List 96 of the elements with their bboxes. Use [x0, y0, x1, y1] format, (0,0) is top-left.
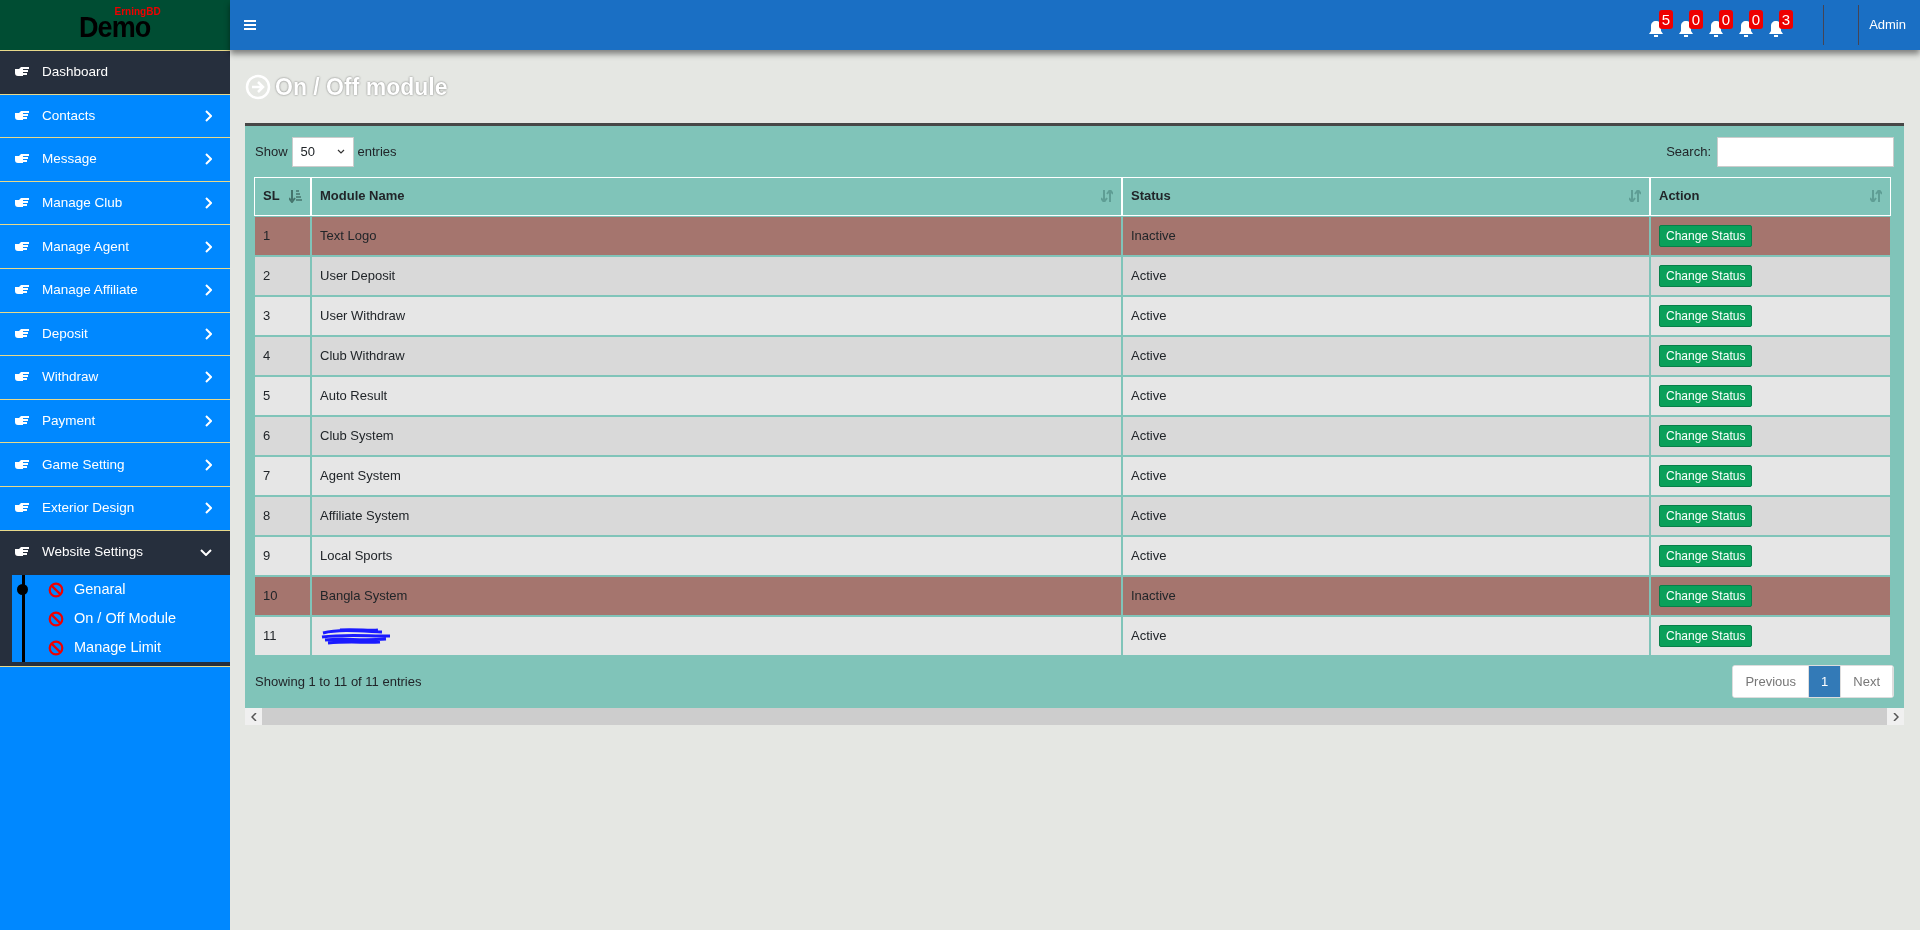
- table-cell: Agent System: [312, 456, 1121, 495]
- notification-badge: 3: [1778, 10, 1794, 29]
- chevron-right-icon: [204, 415, 212, 428]
- change-status-button[interactable]: Change Status: [1659, 464, 1753, 487]
- notification-badge: 0: [1718, 10, 1734, 29]
- chevron-right-icon: [204, 371, 212, 384]
- table-cell: Auto Result: [312, 376, 1121, 415]
- chevron-right-icon: [204, 502, 212, 515]
- table-info: Showing 1 to 11 of 11 entries: [255, 672, 422, 691]
- table-cell: Inactive: [1123, 216, 1649, 255]
- prohibited-icon: [48, 610, 64, 627]
- pointing-hand-icon: [14, 240, 30, 253]
- change-status-button[interactable]: Change Status: [1659, 544, 1753, 567]
- pointing-hand-icon: [14, 109, 30, 122]
- table-cell: 11: [255, 616, 310, 655]
- table-cell: 1: [255, 216, 310, 255]
- table-cell: Active: [1123, 376, 1649, 415]
- table-cell: 2: [255, 256, 310, 295]
- table-cell: 8: [255, 496, 310, 535]
- chevron-right-icon: [204, 240, 212, 253]
- scroll-left-icon[interactable]: [250, 712, 257, 721]
- user-name[interactable]: Admin: [1869, 15, 1906, 35]
- menu-icon[interactable]: [244, 20, 256, 30]
- sidebar-item[interactable]: Website Settings: [0, 529, 230, 574]
- table-cell: 5: [255, 376, 310, 415]
- table-cell: Inactive: [1123, 576, 1649, 615]
- chevron-right-icon: [204, 284, 212, 297]
- table-cell: 3: [255, 296, 310, 335]
- chevron-right-icon: [204, 153, 212, 166]
- sidebar-item[interactable]: Dashboard: [0, 50, 230, 94]
- table-cell: User Deposit: [312, 256, 1121, 295]
- change-status-button[interactable]: Change Status: [1659, 624, 1753, 647]
- change-status-button[interactable]: Change Status: [1659, 424, 1753, 447]
- table-cell: Club System: [312, 416, 1121, 455]
- search-label: Search:: [1666, 142, 1711, 161]
- arrow-circle-icon: [245, 74, 271, 101]
- notification-badge: 0: [1748, 10, 1764, 29]
- pointing-hand-icon: [14, 197, 30, 210]
- submenu-item[interactable]: Manage Limit: [12, 633, 230, 663]
- table-cell: Active: [1123, 456, 1649, 495]
- table-cell: Active: [1123, 616, 1649, 655]
- notification-badge: 0: [1688, 10, 1704, 29]
- change-status-button[interactable]: Change Status: [1659, 584, 1753, 607]
- table-cell: 6: [255, 416, 310, 455]
- prohibited-icon: [48, 581, 64, 598]
- change-status-button[interactable]: Change Status: [1659, 344, 1753, 367]
- pointing-hand-icon: [14, 502, 30, 515]
- horizontal-scrollbar[interactable]: [245, 708, 1904, 725]
- notification-badge: 5: [1658, 10, 1674, 29]
- table-cell: Bangla System: [312, 576, 1121, 615]
- change-status-button[interactable]: Change Status: [1659, 264, 1753, 287]
- pointing-hand-icon: [14, 327, 30, 340]
- table-cell: 4: [255, 336, 310, 375]
- table-cell: Active: [1123, 336, 1649, 375]
- table-cell: 10: [255, 576, 310, 615]
- table-cell: Active: [1123, 296, 1649, 335]
- chevron-right-icon: [204, 197, 212, 210]
- table-cell: Active: [1123, 416, 1649, 455]
- chevron-right-icon: [204, 109, 212, 122]
- prohibited-icon: [48, 639, 64, 656]
- chevron-right-icon: [204, 327, 212, 340]
- pagination-button[interactable]: 1: [1809, 665, 1842, 697]
- table-cell: Club Withdraw: [312, 336, 1121, 375]
- submenu-item[interactable]: On / Off Module: [12, 604, 230, 634]
- table-cell: Active: [1123, 256, 1649, 295]
- pointing-hand-icon: [14, 545, 30, 558]
- table-cell: Local Sports: [312, 536, 1121, 575]
- table-cell: Active: [1123, 536, 1649, 575]
- chevron-right-icon: [204, 458, 212, 471]
- submenu-item[interactable]: Genaral: [12, 575, 230, 605]
- search-field[interactable]: [1717, 136, 1894, 167]
- table-cell: Text Logo: [312, 216, 1121, 255]
- page-size-select[interactable]: 50: [291, 136, 354, 167]
- table-cell: User Withdraw: [312, 296, 1121, 335]
- table-cell: 9: [255, 536, 310, 575]
- chevron-down-icon: [200, 547, 212, 556]
- change-status-button[interactable]: Change Status: [1659, 304, 1753, 327]
- change-status-button[interactable]: Change Status: [1659, 504, 1753, 527]
- chevron-down-icon: [336, 149, 345, 154]
- pagination-button[interactable]: Previous: [1733, 665, 1810, 697]
- pointing-hand-icon: [14, 66, 30, 79]
- change-status-button[interactable]: Change Status: [1659, 384, 1753, 407]
- pointing-hand-icon: [14, 371, 30, 384]
- scroll-right-icon[interactable]: [1892, 712, 1899, 721]
- table-cell: 7: [255, 456, 310, 495]
- pointing-hand-icon: [14, 153, 30, 166]
- scribble-drawing: [320, 627, 392, 646]
- table-cell: Affiliate System: [312, 496, 1121, 535]
- pointing-hand-icon: [14, 415, 30, 428]
- pointing-hand-icon: [14, 284, 30, 297]
- show-label: Show: [255, 142, 288, 161]
- pointing-hand-icon: [14, 458, 30, 471]
- change-status-button[interactable]: Change Status: [1659, 224, 1753, 247]
- entries-label: entries: [357, 142, 397, 161]
- logo-tagline: ErningBD: [114, 4, 161, 17]
- table-cell: Active: [1123, 496, 1649, 535]
